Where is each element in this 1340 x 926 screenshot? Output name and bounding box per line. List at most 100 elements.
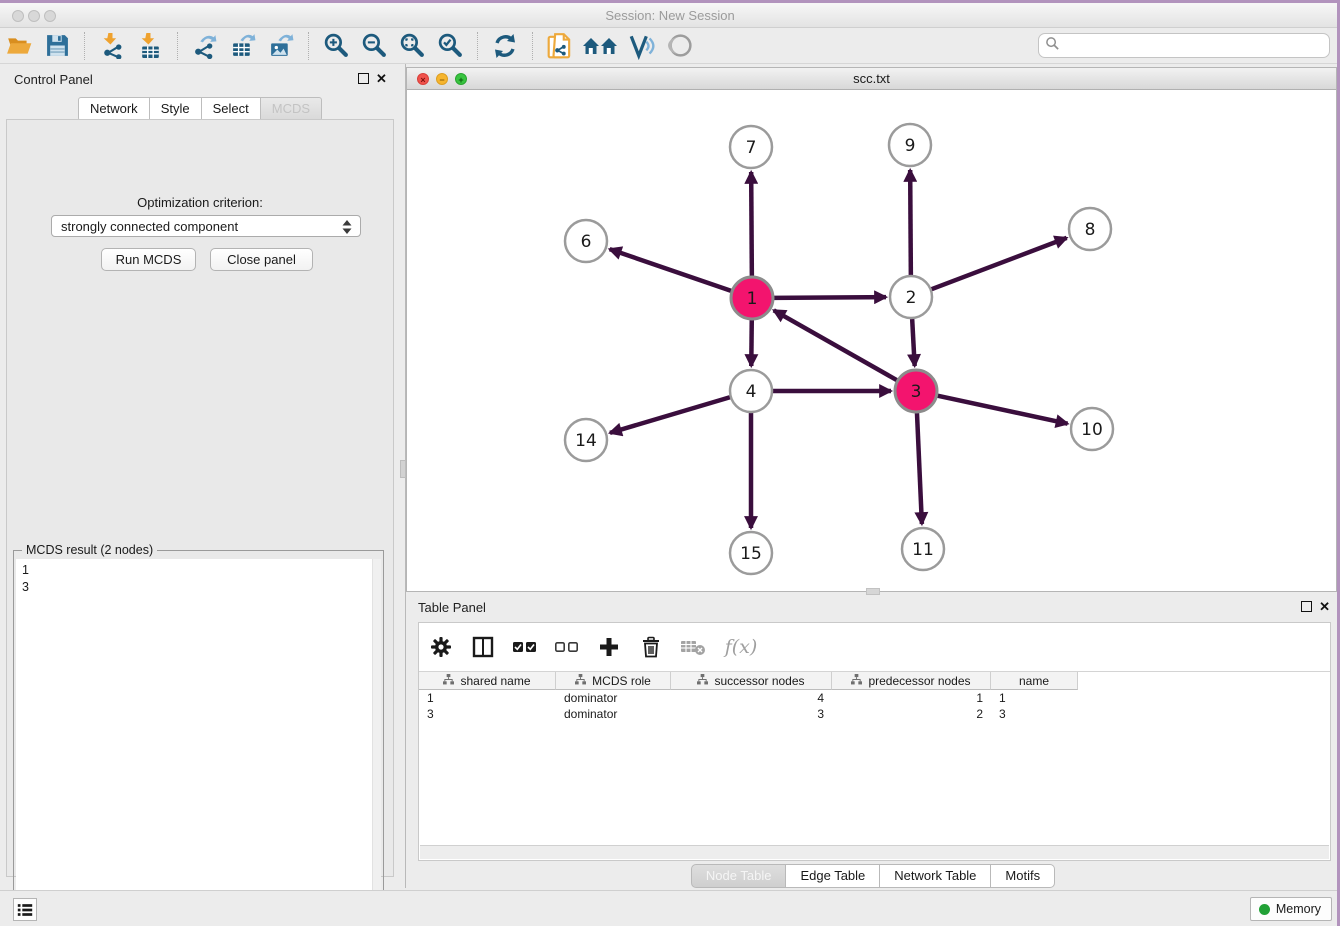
column-header-predecessor-nodes[interactable]: predecessor nodes (832, 672, 991, 690)
table-row[interactable]: 3dominator323 (419, 706, 1330, 722)
delete-table-icon[interactable] (679, 633, 707, 661)
edge-4-14[interactable] (610, 397, 730, 433)
network-window-titlebar[interactable]: × − + scc.txt (407, 68, 1336, 90)
network-canvas[interactable]: 1 2 3 4 6 7 8 9 10 11 14 15 (407, 90, 1336, 591)
cell-shared-name[interactable]: 1 (419, 690, 556, 706)
graph-node-4[interactable]: 4 (730, 370, 772, 412)
zoom-out-icon[interactable] (357, 31, 391, 61)
open-session-icon[interactable] (2, 31, 36, 61)
window-titlebar: Session: New Session (0, 3, 1340, 28)
graph-node-15[interactable]: 15 (730, 532, 772, 574)
result-scrollbar[interactable] (372, 559, 381, 924)
cell-predecessor-nodes[interactable]: 1 (832, 690, 991, 706)
save-session-icon[interactable] (40, 31, 74, 61)
columns-icon[interactable] (469, 633, 497, 661)
select-all-icon[interactable] (511, 633, 539, 661)
graph-node-10[interactable]: 10 (1071, 408, 1113, 450)
edge-3-1[interactable] (774, 310, 897, 380)
cell-name[interactable]: 1 (991, 690, 1078, 706)
memory-status-icon (1259, 904, 1270, 915)
graph-node-7[interactable]: 7 (730, 126, 772, 168)
eye-icon[interactable] (663, 31, 697, 61)
splitter-handle[interactable] (866, 588, 880, 595)
mcds-result-textarea[interactable]: 1 3 (16, 559, 381, 924)
close-panel-icon[interactable]: ✕ (376, 73, 387, 84)
graph-node-9[interactable]: 9 (889, 124, 931, 166)
graph-node-14[interactable]: 14 (565, 419, 607, 461)
edge-1-7[interactable] (751, 172, 752, 276)
network-file-icon[interactable] (543, 31, 577, 61)
add-row-icon[interactable] (595, 633, 623, 661)
cell-successor-nodes[interactable]: 4 (671, 690, 832, 706)
run-mcds-button[interactable]: Run MCDS (101, 248, 196, 271)
tab-mcds[interactable]: MCDS (261, 97, 322, 121)
table-horizontal-scrollbar[interactable] (420, 845, 1329, 859)
tab-network[interactable]: Network (78, 97, 150, 121)
gear-icon[interactable] (427, 633, 455, 661)
tab-style[interactable]: Style (150, 97, 202, 121)
column-header-mcds-role[interactable]: MCDS role (556, 672, 671, 690)
zoom-fit-icon[interactable] (395, 31, 429, 61)
edge-3-10[interactable] (938, 396, 1068, 424)
close-panel-icon[interactable]: ✕ (1319, 601, 1330, 612)
float-panel-icon[interactable] (358, 73, 369, 84)
graph-node-6[interactable]: 6 (565, 220, 607, 262)
cell-name[interactable]: 3 (991, 706, 1078, 722)
graph-node-8[interactable]: 8 (1069, 208, 1111, 250)
cell-mcds-role[interactable]: dominator (556, 690, 671, 706)
main-toolbar (0, 28, 1340, 64)
cell-predecessor-nodes[interactable]: 2 (832, 706, 991, 722)
refresh-icon[interactable] (488, 31, 522, 61)
edge-2-8[interactable] (932, 238, 1067, 289)
edge-2-3[interactable] (912, 319, 915, 366)
close-panel-button[interactable]: Close panel (210, 248, 313, 271)
cell-shared-name[interactable]: 3 (419, 706, 556, 722)
import-table-icon[interactable] (133, 31, 167, 61)
graph-node-11[interactable]: 11 (902, 528, 944, 570)
function-builder-icon[interactable]: f(x) (721, 633, 761, 661)
home-icon[interactable] (581, 31, 621, 61)
export-table-icon[interactable] (226, 31, 260, 61)
search-box[interactable] (1038, 33, 1330, 58)
zoom-in-icon[interactable] (319, 31, 353, 61)
column-header-successor-nodes[interactable]: successor nodes (671, 672, 832, 690)
table-toolbar: f(x) (427, 629, 761, 665)
criterion-dropdown[interactable]: strongly connected component (51, 215, 361, 237)
table-row[interactable]: 1dominator411 (419, 690, 1330, 706)
edge-1-6[interactable] (610, 249, 732, 291)
edge-2-9[interactable] (910, 170, 911, 275)
memory-label: Memory (1276, 902, 1321, 916)
tab-edge-table[interactable]: Edge Table (786, 864, 880, 888)
tab-motifs[interactable]: Motifs (991, 864, 1055, 888)
network-graph[interactable]: 1 2 3 4 6 7 8 9 10 11 14 15 (407, 90, 1336, 591)
graph-node-1[interactable]: 1 (731, 277, 773, 319)
vizmapper-icon[interactable] (625, 31, 659, 61)
graph-node-3[interactable]: 3 (895, 370, 937, 412)
column-header-shared-name[interactable]: shared name (419, 672, 556, 690)
edge-3-11[interactable] (917, 413, 922, 524)
control-panel: Control Panel ✕ NetworkStyleSelectMCDS O… (0, 64, 400, 888)
deselect-all-icon[interactable] (553, 633, 581, 661)
tab-network-table[interactable]: Network Table (880, 864, 991, 888)
memory-button[interactable]: Memory (1250, 897, 1332, 921)
cell-successor-nodes[interactable]: 3 (671, 706, 832, 722)
tab-select[interactable]: Select (202, 97, 261, 121)
export-network-icon[interactable] (188, 31, 222, 61)
zoom-selected-icon[interactable] (433, 31, 467, 61)
table-rows: 1dominator4113dominator323 (419, 690, 1330, 722)
search-input[interactable] (1060, 36, 1329, 56)
export-image-icon[interactable] (264, 31, 298, 61)
import-network-icon[interactable] (95, 31, 129, 61)
delete-row-icon[interactable] (637, 633, 665, 661)
tree-hierarchy-icon (443, 674, 454, 688)
tab-node-table[interactable]: Node Table (691, 864, 787, 888)
edge-1-2[interactable] (774, 297, 886, 298)
desktop-border (0, 0, 1340, 3)
cell-mcds-role[interactable]: dominator (556, 706, 671, 722)
task-history-button[interactable] (13, 898, 37, 921)
column-header-label: successor nodes (714, 674, 804, 688)
svg-text:1: 1 (747, 289, 758, 309)
float-panel-icon[interactable] (1301, 601, 1312, 612)
graph-node-2[interactable]: 2 (890, 276, 932, 318)
column-header-name[interactable]: name (991, 672, 1078, 690)
